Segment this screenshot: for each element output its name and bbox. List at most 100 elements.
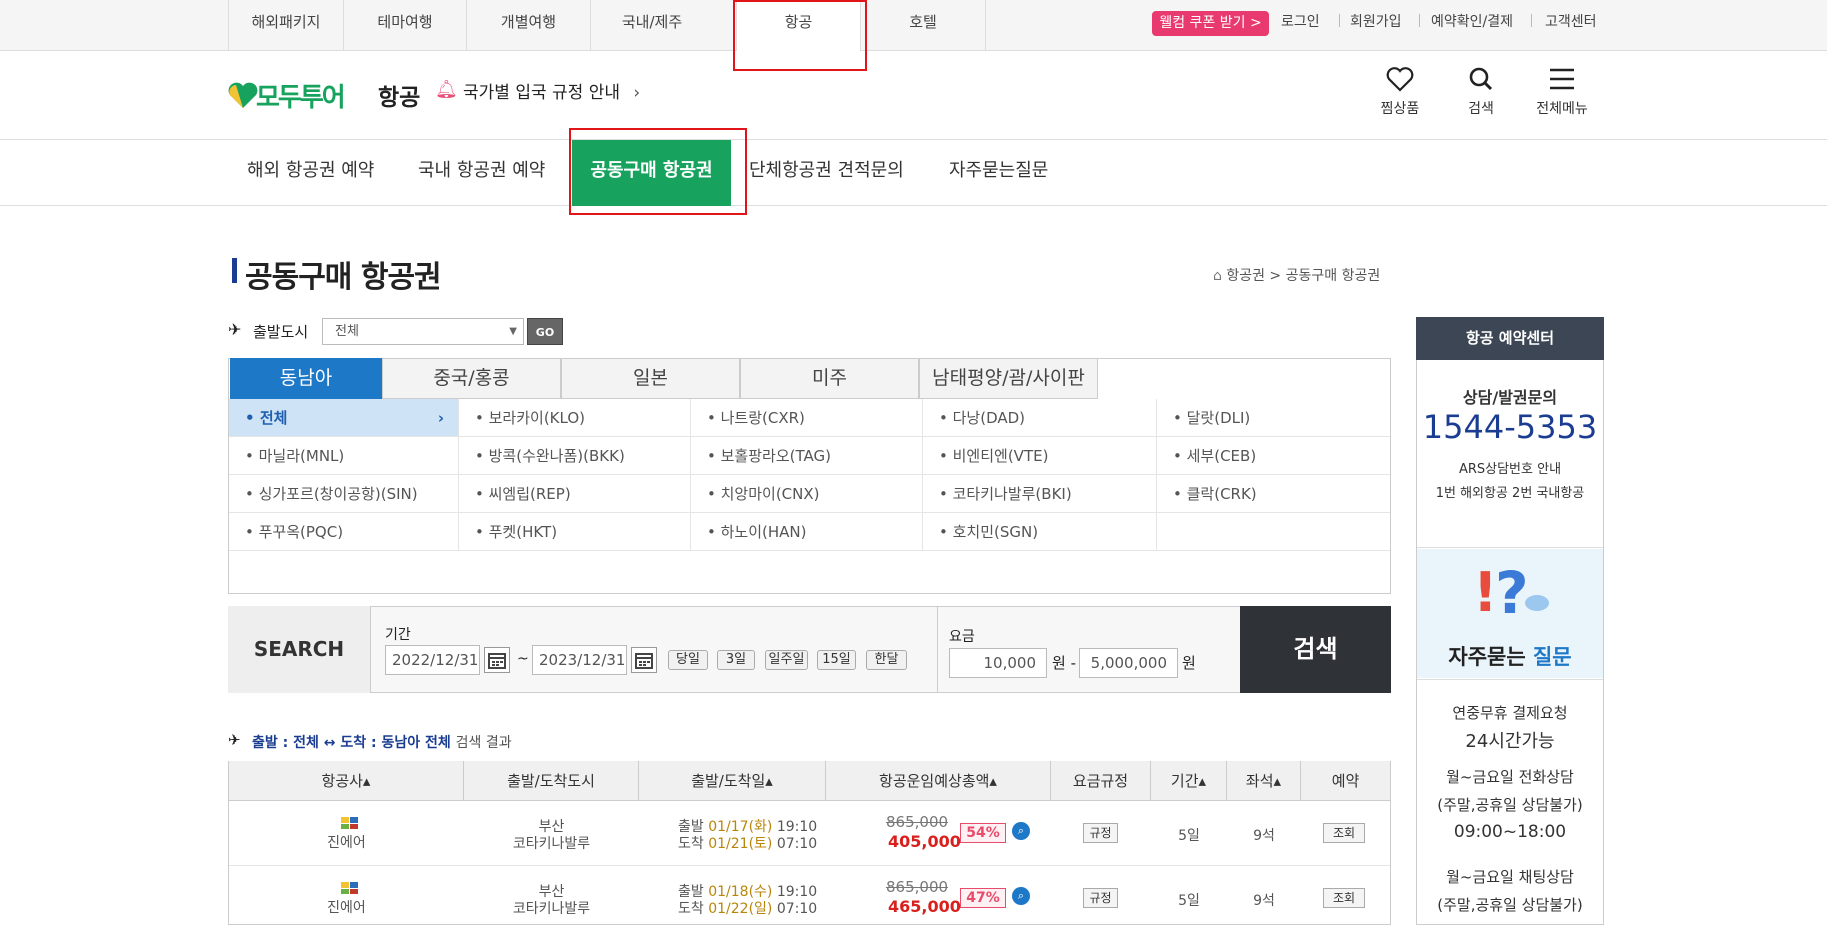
search-button[interactable]: 검색: [1451, 66, 1511, 118]
won-label: 원: [1182, 654, 1196, 672]
go-button[interactable]: GO: [527, 318, 563, 345]
highlight-box: [569, 128, 747, 215]
discount-badge: 47%: [960, 888, 1006, 908]
title-bar: [232, 258, 237, 283]
dest-item[interactable]: • 싱가포르(창이공항)(SIN): [229, 475, 459, 513]
subnav-faq[interactable]: 자주묻는질문: [949, 140, 1048, 206]
home-icon: ⌂: [1213, 268, 1222, 284]
breadcrumb: ⌂ 항공권 > 공동구매 항공권: [1213, 268, 1381, 284]
divider: [1339, 14, 1340, 27]
period-label: 기간: [385, 627, 411, 643]
dest-item[interactable]: • 푸꾸옥(PQC): [229, 513, 459, 551]
tab-hotel[interactable]: 호텔: [860, 0, 986, 50]
to-city: 코타키나발루: [512, 836, 591, 852]
original-price: 865,000: [886, 878, 949, 896]
quick-today-button[interactable]: 당일: [668, 650, 708, 670]
subnav-group-quote[interactable]: 단체항공권 견적문의: [749, 140, 904, 206]
seats-value: 9석: [1253, 828, 1275, 844]
faq-banner[interactable]: ! ? 자주묻는 질문: [1417, 549, 1603, 678]
entry-rules-link[interactable]: 국가별 입국 규정 안내 ›: [463, 78, 640, 103]
calendar-icon[interactable]: [484, 647, 510, 673]
col-period[interactable]: 기간▴: [1151, 761, 1227, 801]
dest-item[interactable]: • 세부(CEB): [1157, 437, 1390, 475]
dest-all[interactable]: • 전체 ›: [229, 399, 459, 437]
region-tab-japan[interactable]: 일본: [561, 358, 740, 399]
subnav-domestic-flight[interactable]: 국내 항공권 예약: [418, 140, 545, 206]
zoom-icon[interactable]: ⌕: [1012, 887, 1030, 905]
customer-center-link[interactable]: 고객센터: [1545, 11, 1597, 31]
dest-item[interactable]: • 방콕(수완나폼)(BKK): [459, 437, 691, 475]
calendar-icon[interactable]: [631, 647, 657, 673]
col-fare[interactable]: 항공운임예상총액▴: [826, 761, 1051, 801]
bell-icon: 🔔︎: [435, 79, 458, 100]
ars-detail: 1번 해외항공 2번 국내항공: [1435, 486, 1585, 501]
dest-item[interactable]: • 다낭(DAD): [923, 399, 1157, 437]
welcome-coupon-button[interactable]: 웰컴 쿠폰 받기 >: [1152, 11, 1269, 36]
arrival-info: 도착 01/22(일) 07:10: [678, 901, 818, 917]
search-submit-button[interactable]: 검색: [1240, 606, 1391, 693]
dest-item[interactable]: • 푸켓(HKT): [459, 513, 691, 551]
fare-min-input[interactable]: 10,000: [949, 648, 1047, 678]
tab-independent-travel[interactable]: 개별여행: [466, 0, 590, 50]
reservation-check-link[interactable]: 예약확인/결제: [1431, 11, 1513, 31]
result-summary: 출발 : 전체 ↔ 도착 : 동남아 전체 검색 결과: [252, 735, 512, 751]
book-button[interactable]: 조회: [1323, 888, 1365, 908]
dest-item[interactable]: • 씨엠립(REP): [459, 475, 691, 513]
rule-button[interactable]: 규정: [1083, 823, 1118, 843]
login-link[interactable]: 로그인: [1281, 11, 1320, 31]
quick-15day-button[interactable]: 15일: [817, 650, 856, 670]
quick-3day-button[interactable]: 3일: [717, 650, 755, 670]
pay-label: 연중무휴 결제요청: [1452, 704, 1568, 722]
dest-item[interactable]: • 나트랑(CXR): [691, 399, 923, 437]
dest-item[interactable]: • 달랏(DLI): [1157, 399, 1390, 437]
heart-icon: [1386, 67, 1414, 92]
dest-item[interactable]: • 보홀팡라오(TAG): [691, 437, 923, 475]
dest-item[interactable]: • 하노이(HAN): [691, 513, 923, 551]
dest-item[interactable]: • 보라카이(KLO): [459, 399, 691, 437]
date-to-input[interactable]: 2023/12/31: [532, 645, 627, 675]
top-navigation: 해외패키지 테마여행 개별여행 국내/제주 항공 호텔 웰컴 쿠폰 받기 > 로…: [0, 0, 1827, 51]
book-button[interactable]: 조회: [1323, 823, 1365, 843]
dest-item[interactable]: • 마닐라(MNL): [229, 437, 459, 475]
signup-link[interactable]: 회원가입: [1350, 11, 1402, 31]
tab-overseas-package[interactable]: 해외패키지: [228, 0, 343, 50]
rule-button[interactable]: 규정: [1083, 888, 1118, 908]
region-tab-southeast-asia[interactable]: 동남아: [230, 358, 382, 399]
fare-max-input[interactable]: 5,000,000: [1079, 648, 1178, 678]
quick-week-button[interactable]: 일주일: [765, 650, 808, 670]
region-tab-china-hongkong[interactable]: 중국/홍콩: [382, 358, 561, 399]
divider: [1531, 14, 1532, 27]
tab-domestic-jeju[interactable]: 국내/제주: [590, 0, 713, 50]
svg-text:?: ?: [1495, 559, 1529, 623]
airline-logo-icon: [339, 815, 361, 831]
airline-name: 진에어: [327, 900, 366, 916]
quick-month-button[interactable]: 한달: [866, 650, 907, 670]
zoom-icon[interactable]: ⌕: [1012, 822, 1030, 840]
dest-item[interactable]: • 비엔티엔(VTE): [923, 437, 1157, 475]
chat-note: (주말,공휴일 상담불가): [1437, 896, 1583, 914]
search-label: SEARCH: [228, 606, 371, 693]
tab-theme-travel[interactable]: 테마여행: [343, 0, 466, 50]
dest-item[interactable]: • 호치민(SGN): [923, 513, 1157, 551]
to-city: 코타키나발루: [512, 901, 591, 917]
divider: [1419, 14, 1420, 27]
city-label: 출발도시: [253, 323, 309, 341]
search-icon: [1469, 67, 1493, 91]
wishlist-button[interactable]: 찜상품: [1370, 66, 1430, 118]
dest-item[interactable]: • 클락(CRK): [1157, 475, 1390, 513]
dest-item[interactable]: • 치앙마이(CNX): [691, 475, 923, 513]
col-airline[interactable]: 항공사▴: [229, 761, 464, 801]
dest-item[interactable]: • 코타키나발루(BKI): [923, 475, 1157, 513]
date-from-input[interactable]: 2022/12/31: [385, 645, 480, 675]
subnav-overseas-flight[interactable]: 해외 항공권 예약: [247, 140, 374, 206]
logo-text: 모두투어: [256, 83, 346, 113]
region-tab-south-pacific[interactable]: 남태평양/괌/사이판: [919, 358, 1098, 399]
all-menu-button[interactable]: 전체메뉴: [1532, 66, 1592, 118]
tel-note: (주말,공휴일 상담불가): [1437, 796, 1583, 814]
region-tab-americas[interactable]: 미주: [740, 358, 919, 399]
departure-city-select[interactable]: 전체 ▼: [322, 318, 524, 345]
col-book: 예약: [1301, 761, 1390, 801]
col-seats[interactable]: 좌석▴: [1227, 761, 1301, 801]
tel-label: 월~금요일 전화상담: [1446, 768, 1574, 786]
col-dates[interactable]: 출발/도착일▴: [639, 761, 826, 801]
